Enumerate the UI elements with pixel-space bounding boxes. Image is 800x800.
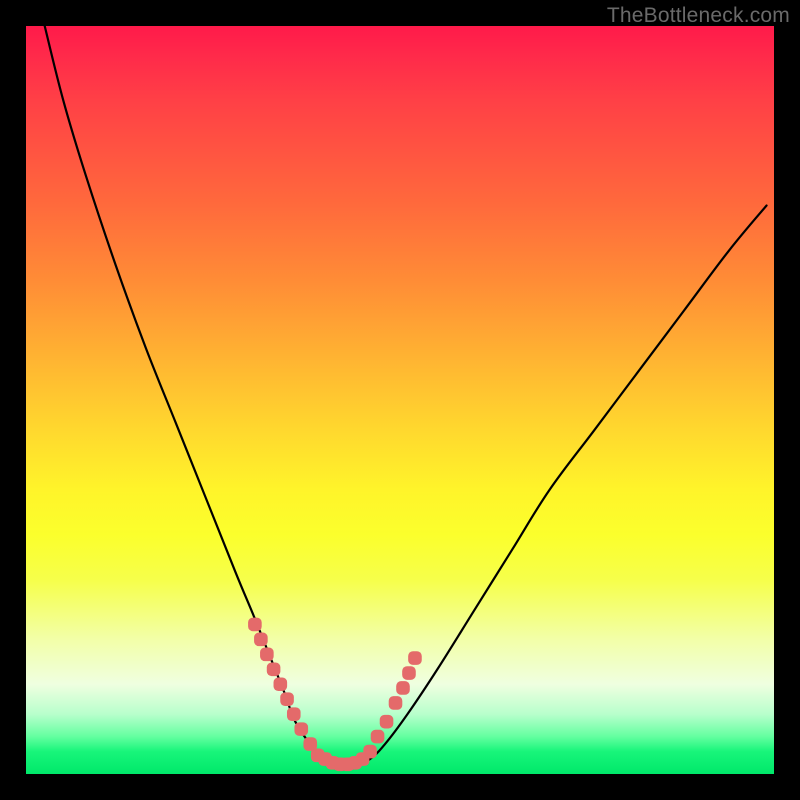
watermark-label: TheBottleneck.com bbox=[607, 4, 790, 28]
chart-overlay bbox=[26, 26, 774, 774]
curve-line bbox=[45, 26, 767, 768]
chart-frame bbox=[26, 26, 774, 774]
trough-markers bbox=[248, 618, 422, 771]
